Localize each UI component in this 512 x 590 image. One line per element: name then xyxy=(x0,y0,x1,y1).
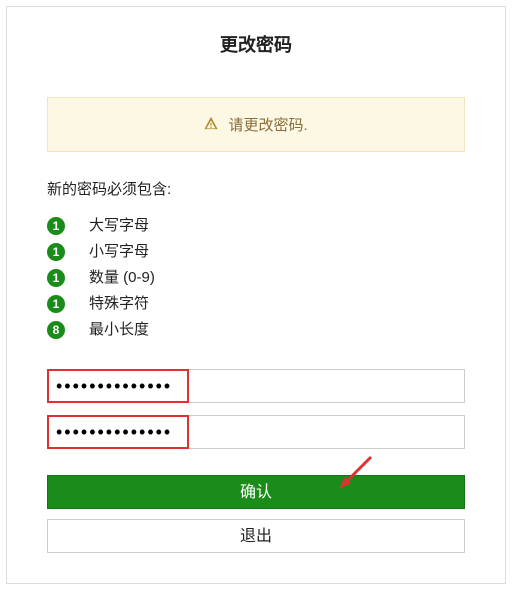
confirm-password-input[interactable] xyxy=(47,415,465,449)
requirement-count-badge: 8 xyxy=(47,321,65,339)
page-title: 更改密码 xyxy=(47,31,465,57)
requirement-count-badge: 1 xyxy=(47,243,65,261)
requirement-count-badge: 1 xyxy=(47,269,65,287)
change-password-panel: 更改密码 请更改密码. 新的密码必须包含: 1 大写字母 1 小写字母 1 数量… xyxy=(6,6,506,584)
requirement-item: 1 大写字母 xyxy=(47,213,465,239)
button-row: 确认 退出 xyxy=(47,475,465,553)
requirements-list: 1 大写字母 1 小写字母 1 数量 (0-9) 1 特殊字符 8 最小长度 xyxy=(47,213,465,343)
new-password-row xyxy=(47,369,465,403)
requirement-label: 特殊字符 xyxy=(89,291,149,317)
requirement-item: 8 最小长度 xyxy=(47,317,465,343)
alert-banner: 请更改密码. xyxy=(47,97,465,152)
requirement-label: 最小长度 xyxy=(89,317,149,343)
requirement-label: 小写字母 xyxy=(89,239,149,265)
requirement-item: 1 数量 (0-9) xyxy=(47,265,465,291)
warning-icon xyxy=(204,116,218,134)
confirm-password-row xyxy=(47,415,465,449)
requirement-count-badge: 1 xyxy=(47,217,65,235)
alert-text: 请更改密码. xyxy=(229,117,308,134)
requirement-count-badge: 1 xyxy=(47,295,65,313)
new-password-input[interactable] xyxy=(47,369,465,403)
requirement-label: 大写字母 xyxy=(89,213,149,239)
requirements-heading: 新的密码必须包含: xyxy=(47,178,465,199)
confirm-button[interactable]: 确认 xyxy=(47,475,465,509)
requirement-item: 1 特殊字符 xyxy=(47,291,465,317)
requirement-item: 1 小写字母 xyxy=(47,239,465,265)
requirement-label: 数量 (0-9) xyxy=(89,265,155,291)
exit-button[interactable]: 退出 xyxy=(47,519,465,553)
